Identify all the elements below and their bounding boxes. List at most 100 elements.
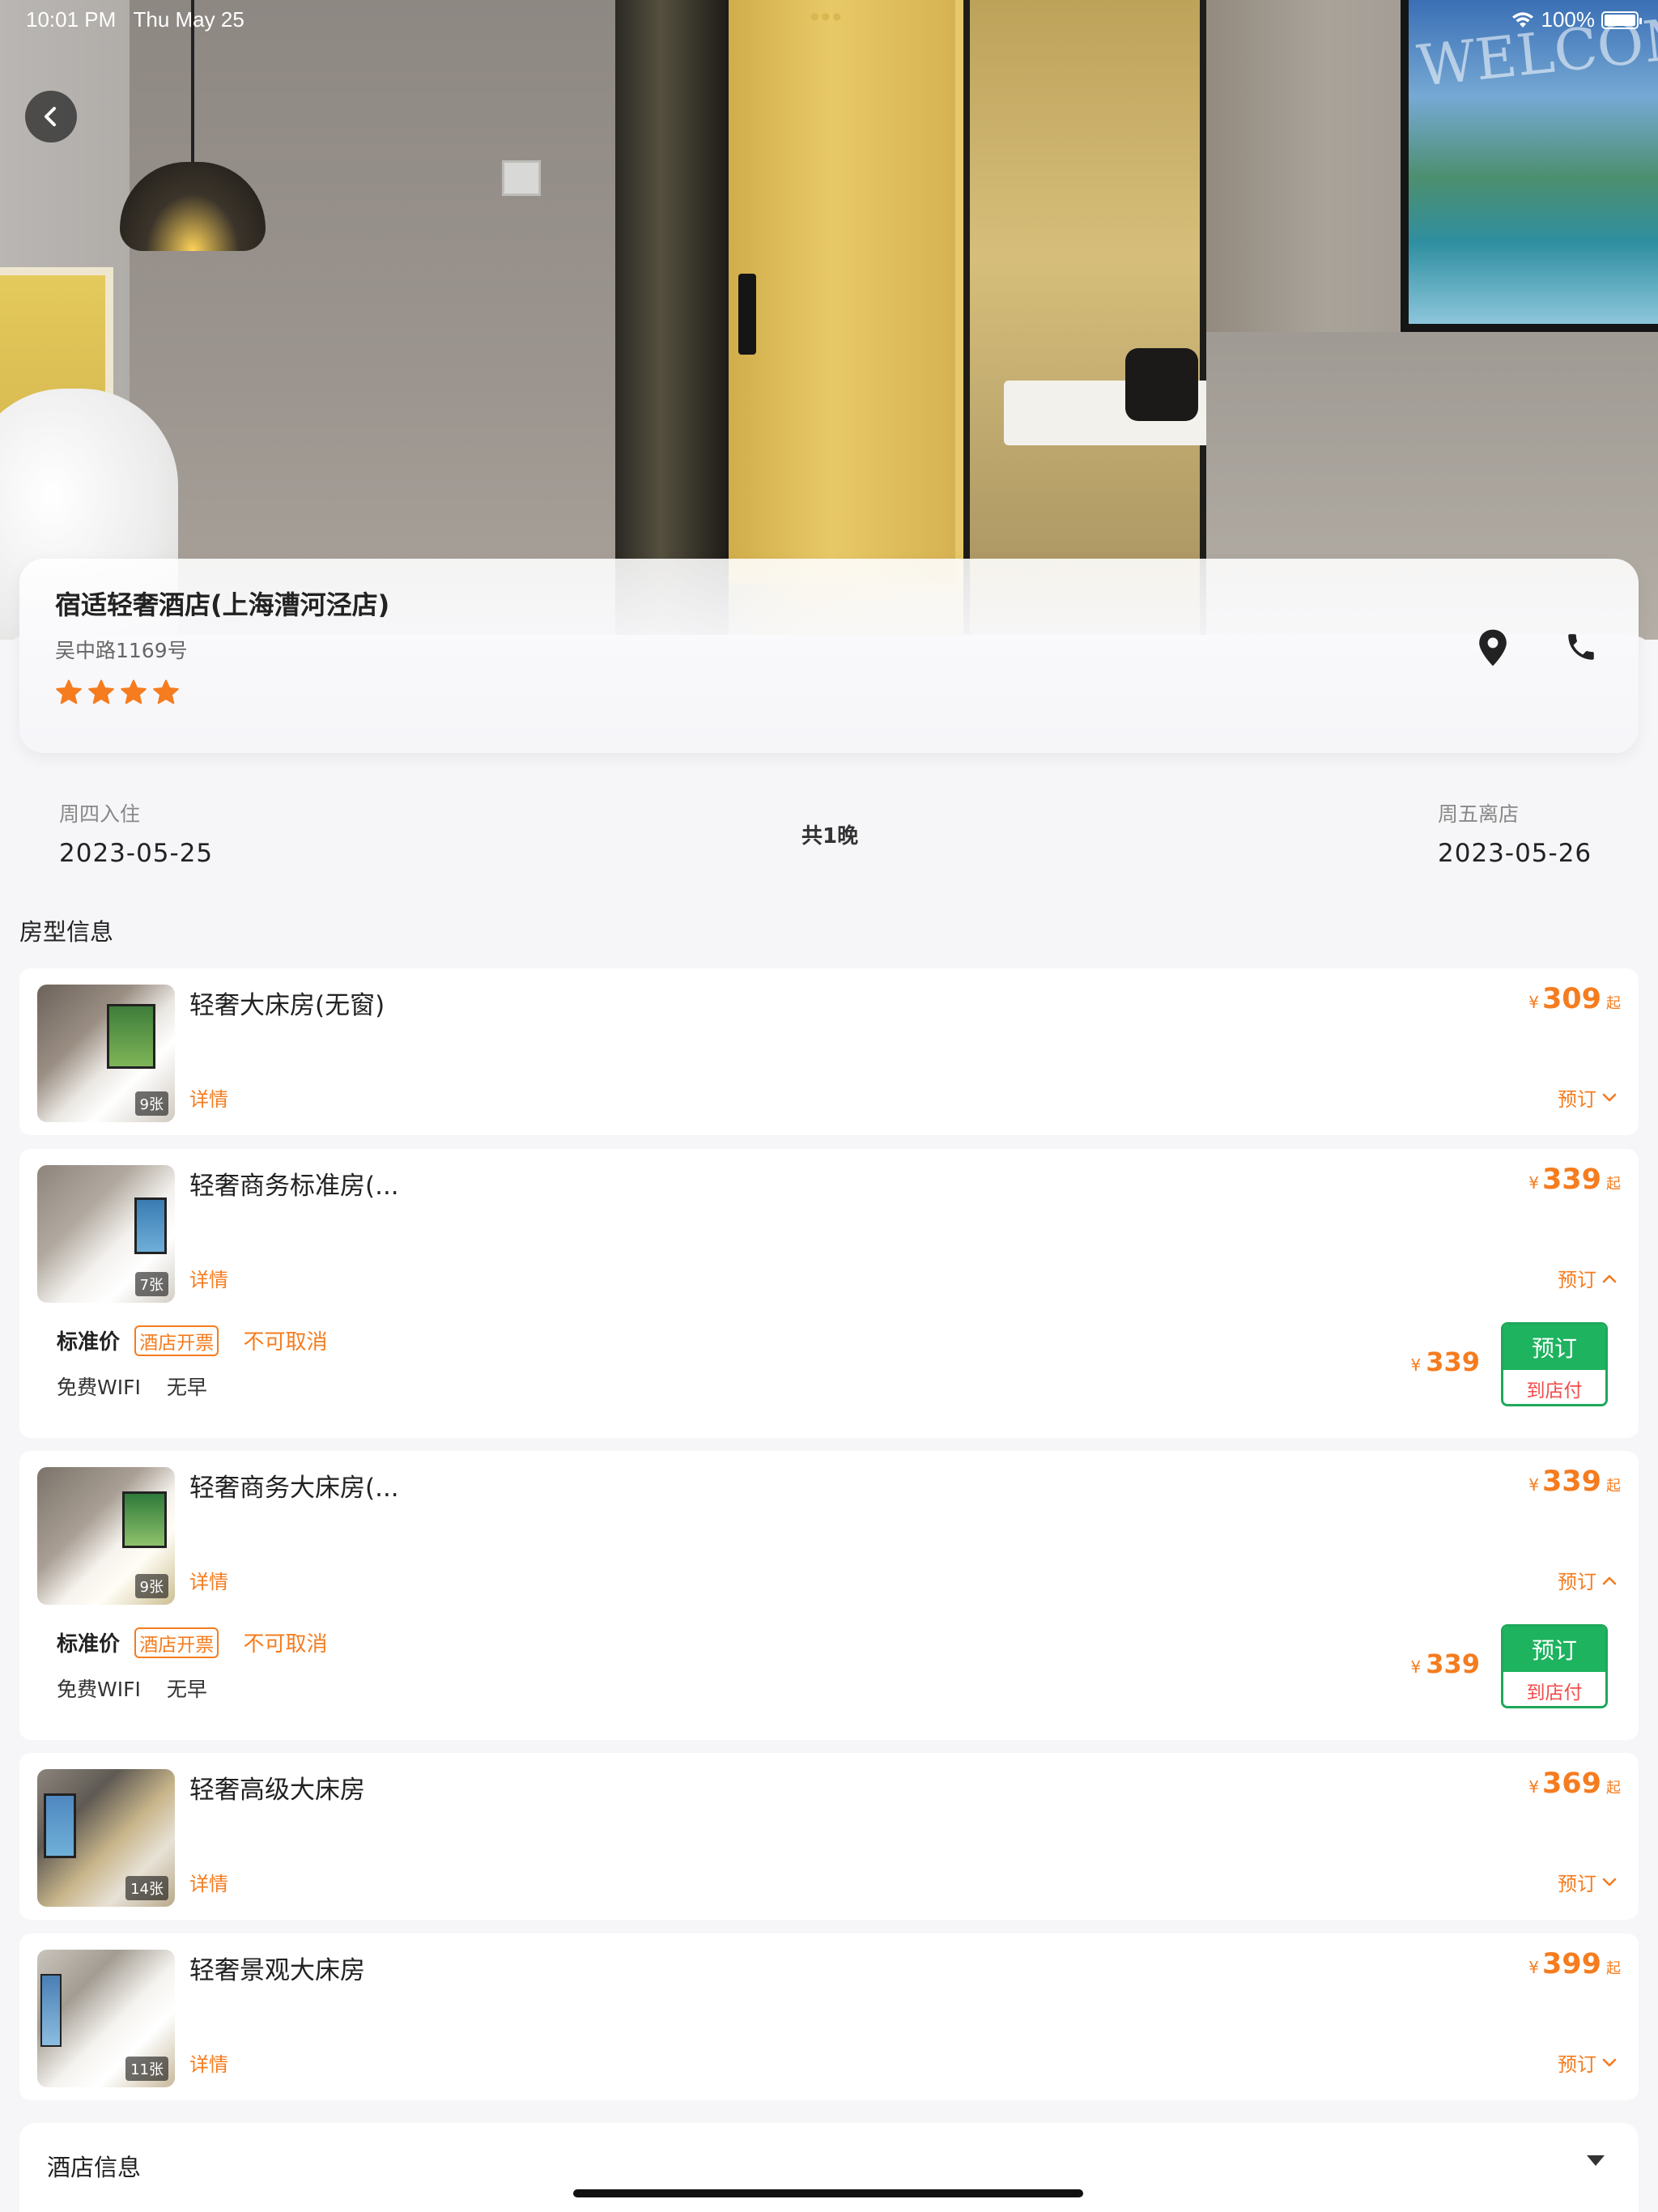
room-book-toggle[interactable]: 预订 [1558,1083,1618,1112]
room-price: ¥ 369 起 [1528,1767,1621,1800]
pay-at-hotel-label: 到店付 [1503,1672,1605,1706]
currency-symbol: ¥ [1410,1355,1422,1375]
room-card[interactable]: 11张 轻奢景观大床房 详情 ¥ 399 起 预订 [19,1933,1639,2100]
home-indicator[interactable] [573,2189,1083,2197]
rooms-section-title: 房型信息 [19,918,114,946]
chevron-down-icon [1602,2058,1617,2066]
rate-features: 免费WIFI 无早 [57,1372,227,1401]
price-suffix: 起 [1606,1960,1621,1977]
checkin-date[interactable]: 2023-05-25 [59,839,213,868]
room-card[interactable]: 9张 轻奢商务大床房(... 详情 ¥ 339 起 预订 标准价 酒店开票 不可… [19,1451,1639,1740]
room-toggle-label: 预订 [1558,1873,1596,1895]
photo-count: 7张 [134,1272,168,1296]
status-date-text: Thu May 25 [133,7,244,32]
chevron-down-icon [1602,1093,1617,1101]
rate-price: ¥ 339 [1410,1648,1480,1679]
currency-symbol: ¥ [1410,1657,1422,1677]
room-detail-link[interactable]: 详情 [189,1264,228,1292]
hero-kettle [1125,348,1198,421]
feature-wifi: 免费WIFI [57,1678,141,1701]
battery-percent: 100% [1541,7,1596,32]
room-book-toggle[interactable]: 预订 [1558,1566,1618,1594]
hero-switch [502,160,541,196]
battery-icon [1601,11,1642,29]
hotel-info-section[interactable]: 酒店信息 [19,2123,1639,2212]
hero-wall [130,0,631,640]
rate-price-value: 339 [1426,1346,1480,1377]
star-icon [121,679,147,704]
room-thumbnail[interactable]: 7张 [37,1165,175,1303]
checkout-label: 周五离店 [1438,802,1520,826]
rate-features: 免费WIFI 无早 [57,1674,227,1703]
room-book-toggle[interactable]: 预订 [1558,1868,1618,1896]
currency-symbol: ¥ [1528,1475,1539,1495]
back-button[interactable] [25,91,77,143]
nights-count: 共1晚 [801,824,859,849]
room-price: ¥ 339 起 [1528,1465,1621,1498]
cancel-policy: 不可取消 [243,1632,328,1657]
book-button[interactable]: 预订 到店付 [1501,1322,1608,1406]
price-value: 339 [1541,1163,1601,1196]
multitask-dots[interactable]: ••• [810,2,844,33]
photo-count: 9张 [134,1091,168,1116]
hotel-info-title: 酒店信息 [47,2154,142,2181]
price-value: 399 [1541,1948,1601,1980]
book-button[interactable]: 预订 到店付 [1501,1624,1608,1708]
chevron-left-icon [45,107,56,126]
room-toggle-label: 预订 [1558,1571,1596,1593]
room-toggle-label: 预订 [1558,1088,1596,1111]
room-detail-link[interactable]: 详情 [189,1083,228,1112]
hotel-name: 宿适轻奢酒店(上海漕河泾店) [55,589,390,620]
room-name: 轻奢商务大床房(... [189,1474,399,1503]
status-time-text: 10:01 PM [26,7,117,32]
hero-closet [963,0,1206,640]
room-name: 轻奢大床房(无窗) [189,991,385,1020]
chevron-down-icon [1602,1878,1617,1886]
photo-count: 14张 [125,1876,168,1900]
price-suffix: 起 [1606,1176,1621,1193]
rate-name: 标准价 [57,1330,121,1355]
room-detail-link[interactable]: 详情 [189,2048,228,2077]
room-detail-link[interactable]: 详情 [189,1566,228,1594]
room-thumbnail[interactable]: 9张 [37,1467,175,1605]
hero-door [729,0,955,583]
book-button-label: 预订 [1503,1627,1605,1672]
currency-symbol: ¥ [1528,1173,1539,1193]
status-bar: 10:01 PM Thu May 25 ••• 100% [0,0,1658,39]
chevron-up-icon [1602,1576,1617,1585]
room-name: 轻奢景观大床房 [189,1956,365,1985]
stay-dates[interactable]: 周四入住 2023-05-25 共1晚 周五离店 2023-05-26 [0,793,1658,883]
map-pin-icon[interactable] [1477,628,1509,667]
chevron-up-icon [1602,1274,1617,1283]
status-time: 10:01 PM Thu May 25 [26,7,244,32]
room-book-toggle[interactable]: 预订 [1558,2048,1618,2077]
room-card[interactable]: 9张 轻奢大床房(无窗) 详情 ¥ 309 起 预订 [19,968,1639,1135]
photo-count: 9张 [134,1574,168,1598]
price-value: 369 [1541,1767,1601,1800]
rate-price: ¥ 339 [1410,1346,1480,1377]
price-suffix: 起 [1606,995,1621,1012]
room-book-toggle[interactable]: 预订 [1558,1264,1618,1292]
room-price: ¥ 309 起 [1528,983,1621,1015]
price-value: 339 [1541,1465,1601,1498]
feature-breakfast: 无早 [166,1376,207,1399]
hotel-header-card: 宿适轻奢酒店(上海漕河泾店) 吴中路1169号 [19,559,1639,753]
caret-down-icon [1587,2155,1605,2166]
room-thumbnail[interactable]: 14张 [37,1769,175,1907]
hero-photo[interactable]: WELCOME [0,0,1658,640]
room-thumbnail[interactable]: 9张 [37,985,175,1122]
room-thumbnail[interactable]: 11张 [37,1950,175,2087]
checkout-date[interactable]: 2023-05-26 [1438,839,1592,868]
room-toggle-label: 预订 [1558,2053,1596,2076]
room-detail-link[interactable]: 详情 [189,1868,228,1896]
price-value: 309 [1541,983,1601,1015]
room-card[interactable]: 7张 轻奢商务标准房(... 详情 ¥ 339 起 预订 标准价 酒店开票 不可… [19,1149,1639,1438]
hero-door-handle [738,274,756,355]
feature-wifi: 免费WIFI [57,1376,141,1399]
room-toggle-label: 预订 [1558,1269,1596,1291]
phone-icon[interactable] [1564,630,1598,664]
star-icon [153,679,179,704]
room-name: 轻奢高级大床房 [189,1776,365,1805]
room-card[interactable]: 14张 轻奢高级大床房 详情 ¥ 369 起 预订 [19,1753,1639,1920]
pay-at-hotel-label: 到店付 [1503,1370,1605,1404]
